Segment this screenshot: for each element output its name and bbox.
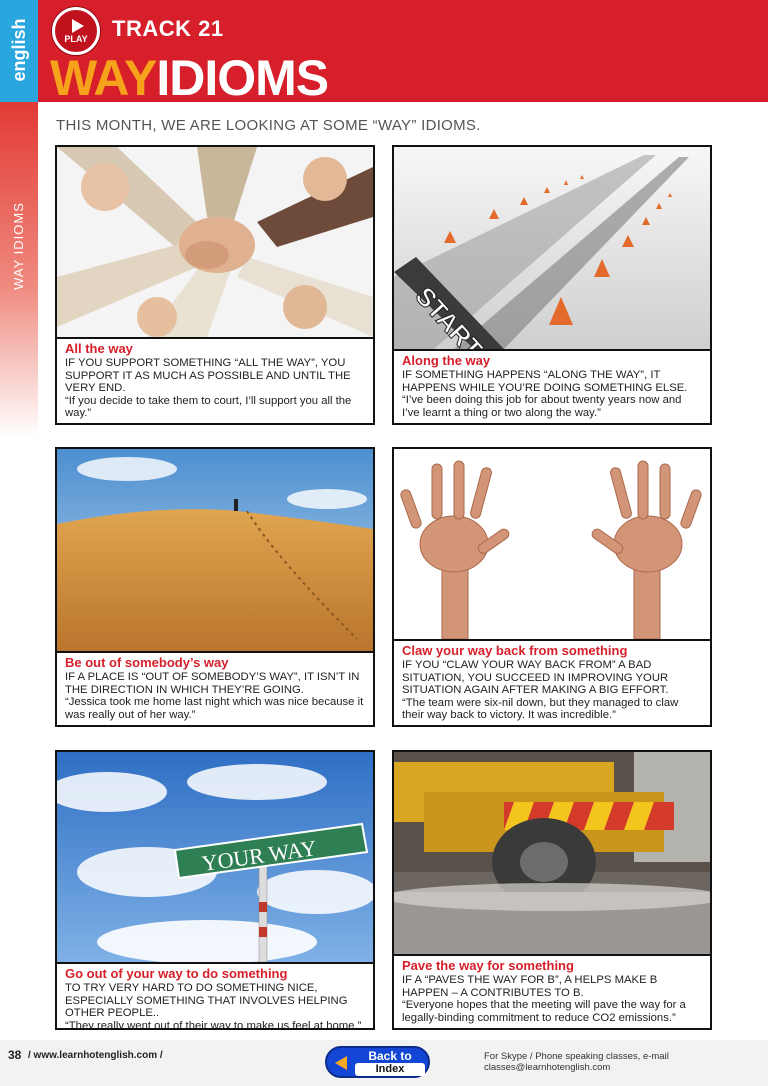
start-line-cones-image: START: [394, 147, 710, 351]
hands-together-image: [57, 147, 373, 339]
idiom-example: “I’ve been doing this job for about twen…: [402, 394, 682, 419]
idiom-heading: All the way: [65, 341, 133, 356]
road-roller-image: [394, 752, 710, 956]
claw-hands-image: [394, 449, 710, 641]
play-button[interactable]: PLAY: [52, 7, 100, 55]
contact-text: For Skype / Phone speaking classes, e-ma…: [484, 1051, 669, 1073]
index-label: Index: [355, 1063, 425, 1076]
side-strip: WAY IDIOMS: [0, 102, 38, 437]
idiom-example: “Everyone hopes that the meeting will pa…: [402, 999, 686, 1024]
idiom-heading: Go out of your way to do something: [65, 966, 288, 981]
idiom-definition: IF YOU “CLAW YOUR WAY BACK FROM” A BAD S…: [402, 659, 669, 697]
track-number: TRACK 21: [112, 16, 224, 41]
title-idioms: IDIOMS: [156, 50, 329, 106]
idiom-card-all-the-way: All the way IF YOU SUPPORT SOMETHING “AL…: [55, 145, 375, 425]
intro-text: THIS MONTH, WE ARE LOOKING AT SOME “WAY”…: [56, 117, 481, 134]
play-label: PLAY: [64, 33, 88, 44]
idiom-example: “They really went out of their way to ma…: [65, 1019, 362, 1030]
idiom-definition: IF A PLACE IS “OUT OF SOMEBODY’S WAY”, I…: [65, 671, 360, 696]
idiom-heading: Claw your way back from something: [402, 643, 628, 658]
idiom-heading: Pave the way for something: [402, 958, 574, 973]
play-icon: [71, 18, 84, 33]
title-way: WAY: [50, 50, 157, 106]
idiom-definition: IF A “PAVES THE WAY FOR B”, A HELPS MAKE…: [402, 974, 658, 999]
idiom-heading: Along the way: [402, 353, 491, 368]
idiom-example: “The team were six-nil down, but they ma…: [402, 696, 679, 722]
idiom-definition: TO TRY VERY HARD TO DO SOMETHING NICE, E…: [65, 982, 348, 1020]
idiom-example: “Jessica took me home last night which w…: [65, 696, 364, 721]
idiom-card-along-the-way: START Along the way IF SOMETHING HAPPENS…: [392, 145, 712, 425]
back-to-label: Back to: [368, 1049, 412, 1063]
page-number: 38: [8, 1048, 22, 1062]
idiom-example: “If you decide to take them to court, I’…: [65, 394, 352, 420]
idiom-card-pave-the-way: Pave the way for something IF A “PAVES T…: [392, 750, 712, 1030]
your-way-sign-image: YOUR WAY: [57, 752, 373, 964]
idiom-card-out-of-somebodys-way: Be out of somebody’s way IF A PLACE IS “…: [55, 447, 375, 727]
idiom-definition: IF SOMETHING HAPPENS “ALONG THE WAY”, IT…: [402, 369, 688, 394]
side-label: WAY IDIOMS: [11, 202, 26, 290]
desert-dune-image: [57, 449, 373, 653]
idiom-card-claw-your-way-back: Claw your way back from something IF YOU…: [392, 447, 712, 727]
arrow-left-icon: [335, 1056, 347, 1070]
brand-logo: english: [0, 0, 38, 102]
website-link[interactable]: / www.learnhotenglish.com /: [28, 1050, 163, 1061]
idiom-card-go-out-of-your-way: YOUR WAY Go out of your way to do someth…: [55, 750, 375, 1030]
logo-text: english: [9, 18, 29, 82]
page-title: WAYIDIOMS: [50, 50, 329, 106]
idiom-definition: IF YOU SUPPORT SOMETHING “ALL THE WAY”, …: [65, 357, 351, 395]
back-to-index-button[interactable]: Back to Index: [325, 1046, 430, 1078]
idiom-heading: Be out of somebody’s way: [65, 655, 229, 670]
